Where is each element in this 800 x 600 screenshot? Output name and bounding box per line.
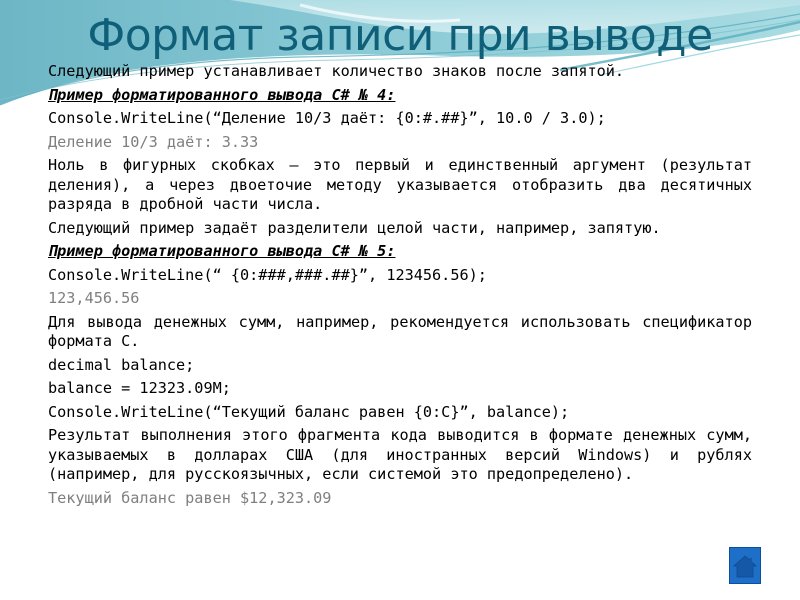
output-example-5: 123,456.56 (48, 289, 140, 307)
example-5-heading: Пример форматированного вывода C# № 5: (48, 242, 396, 260)
output-currency: Текущий баланс равен $12,323.09 (48, 488, 332, 507)
code-line-example-4: Console.WriteLine(“Деление 10/3 даёт: {0… (48, 109, 606, 127)
currency-intro-text: Для вывода денежных сумм, например, реко… (48, 312, 752, 351)
code-line-example-5: Console.WriteLine(“ {0:###,###.##}”, 123… (48, 265, 487, 284)
code-line-writeline-currency: Console.WriteLine(“Текущий баланс равен … (48, 402, 570, 421)
home-button[interactable] (729, 547, 761, 584)
result-explanation-text: Результат выполнения этого фрагмента код… (48, 426, 752, 483)
explanation-text: Ноль в фигурных скобках – это первый и е… (48, 156, 752, 213)
intro-text: Следующий пример устанавливает количеств… (48, 62, 625, 80)
output-example-4: Деление 10/3 даёт: 3.33 (48, 132, 259, 151)
separator-intro-text: Следующий пример задаёт разделители цело… (48, 218, 661, 237)
home-icon (732, 555, 758, 578)
code-line-balance: balance = 12323.09M; (48, 379, 231, 397)
code-line-decimal: decimal balance; (48, 355, 195, 374)
slide-content: Следующий пример устанавливает количеств… (48, 62, 752, 512)
slide-title: Формат записи при выводе (87, 10, 713, 61)
example-4-heading: Пример форматированного вывода C# № 4: (48, 85, 396, 104)
